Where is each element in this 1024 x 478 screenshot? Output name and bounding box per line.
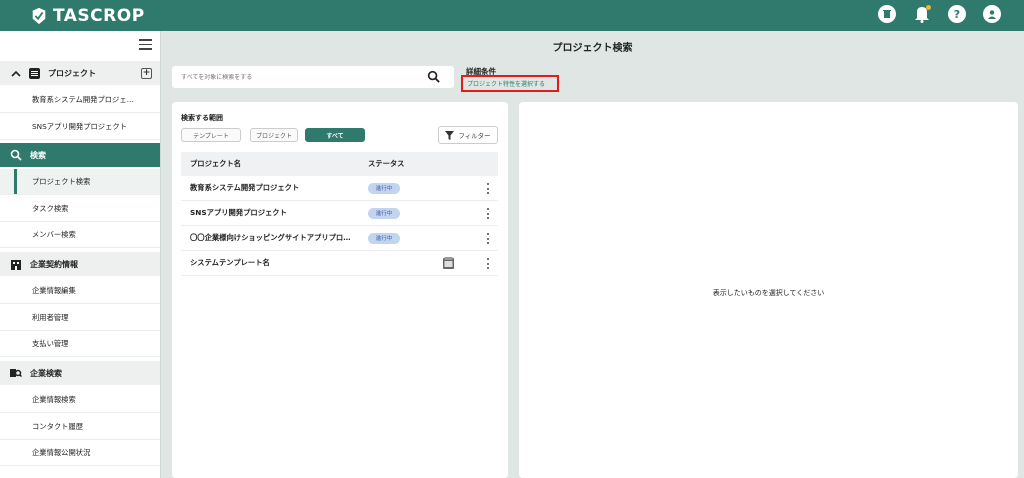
- filter-button[interactable]: フィルター: [438, 126, 498, 144]
- hamburger-menu-icon[interactable]: [139, 39, 152, 50]
- sidebar-item-task-search[interactable]: タスク検索: [0, 196, 160, 222]
- sidebar-item-payment[interactable]: 支払い管理: [0, 331, 160, 357]
- sidebar-item-member-search[interactable]: メンバー検索: [0, 222, 160, 248]
- add-project-icon[interactable]: +: [141, 67, 152, 79]
- sidebar-section-label: 企業契約情報: [30, 259, 78, 269]
- bell-icon[interactable]: [913, 5, 931, 23]
- sidebar: プロジェクト + 教育系システム開発プロジェ… SNSアプリ開発プロジェクト 検…: [0, 31, 161, 478]
- help-icon[interactable]: ?: [948, 5, 966, 23]
- scope-chip-template[interactable]: テンプレート: [181, 128, 241, 142]
- search-input[interactable]: [181, 73, 421, 81]
- trash-icon[interactable]: [878, 5, 896, 23]
- user-icon[interactable]: [983, 5, 1001, 23]
- status-badge: 進行中: [368, 182, 400, 194]
- sidebar-item-project[interactable]: SNSアプリ開発プロジェクト: [0, 114, 160, 140]
- column-header-status: ステータス: [368, 159, 405, 168]
- app-logo[interactable]: TASCROP: [30, 6, 145, 26]
- sidebar-section-contract[interactable]: 企業契約情報: [0, 252, 160, 276]
- table-row[interactable]: システムテンプレート名: [181, 251, 498, 276]
- sidebar-item-contact-history[interactable]: コンタクト履歴: [0, 414, 160, 440]
- filter-label: フィルター: [458, 132, 491, 140]
- search-results-panel: 検索する範囲 テンプレート プロジェクト すべて フィルター プロジェクト名 ス…: [172, 102, 508, 478]
- sidebar-item-project-search[interactable]: プロジェクト検索: [0, 169, 160, 195]
- page-title: プロジェクト検索: [552, 42, 633, 54]
- column-header-name: プロジェクト名: [190, 159, 242, 168]
- select-project-attributes-link[interactable]: プロジェクト特性を選択する: [461, 75, 559, 92]
- status-badge: 進行中: [368, 207, 400, 219]
- row-project-name[interactable]: 教育系システム開発プロジェクト: [190, 183, 368, 193]
- more-options-icon[interactable]: [487, 233, 489, 244]
- sidebar-section-label: 企業検索: [30, 368, 62, 378]
- sidebar-item-company-publish[interactable]: 企業情報公開状況: [0, 440, 160, 466]
- sidebar-section-project[interactable]: プロジェクト +: [0, 61, 160, 85]
- row-project-name[interactable]: 〇〇企業様向けショッピングサイトアプリプロ…: [190, 233, 368, 243]
- search-icon: [10, 149, 22, 161]
- row-template-name[interactable]: システムテンプレート名: [190, 258, 368, 268]
- chevron-up-icon[interactable]: [10, 67, 22, 79]
- sidebar-item-user-management[interactable]: 利用者管理: [0, 305, 160, 331]
- list-icon: [28, 67, 40, 79]
- company-search-icon: [10, 367, 22, 379]
- sidebar-section-search[interactable]: 検索: [0, 143, 160, 167]
- table-row[interactable]: SNSアプリ開発プロジェクト 進行中: [181, 201, 498, 226]
- empty-state-message: 表示したいものを選択してください: [712, 289, 825, 297]
- search-box: [172, 66, 454, 88]
- more-options-icon[interactable]: [487, 183, 489, 194]
- row-project-name[interactable]: SNSアプリ開発プロジェクト: [190, 208, 368, 218]
- scope-label: 検索する範囲: [181, 114, 223, 122]
- building-icon: [10, 258, 22, 270]
- table-row[interactable]: 教育系システム開発プロジェクト 進行中: [181, 176, 498, 201]
- sidebar-item-project[interactable]: 教育系システム開発プロジェ…: [0, 87, 160, 113]
- logo-check-icon: [32, 7, 46, 24]
- table-header: プロジェクト名 ステータス: [181, 152, 498, 176]
- more-options-icon[interactable]: [487, 258, 489, 269]
- detail-panel: 表示したいものを選択してください: [519, 102, 1018, 478]
- scope-chip-all[interactable]: すべて: [305, 128, 365, 142]
- template-icon: [443, 257, 454, 269]
- sidebar-item-company-search[interactable]: 企業情報検索: [0, 387, 160, 413]
- sidebar-item-company-edit[interactable]: 企業情報編集: [0, 278, 160, 304]
- scope-chip-project[interactable]: プロジェクト: [250, 128, 298, 142]
- table-row[interactable]: 〇〇企業様向けショッピングサイトアプリプロ… 進行中: [181, 226, 498, 251]
- sidebar-section-label: プロジェクト: [48, 68, 96, 78]
- sidebar-section-company-search[interactable]: 企業検索: [0, 361, 160, 385]
- notification-dot: [926, 5, 931, 10]
- sidebar-section-label: 検索: [30, 150, 46, 160]
- app-header: TASCROP ?: [0, 0, 1024, 31]
- filter-icon: [445, 130, 455, 140]
- more-options-icon[interactable]: [487, 208, 489, 219]
- app-name: TASCROP: [53, 5, 145, 26]
- status-badge: 進行中: [368, 232, 400, 244]
- search-icon[interactable]: [427, 70, 440, 83]
